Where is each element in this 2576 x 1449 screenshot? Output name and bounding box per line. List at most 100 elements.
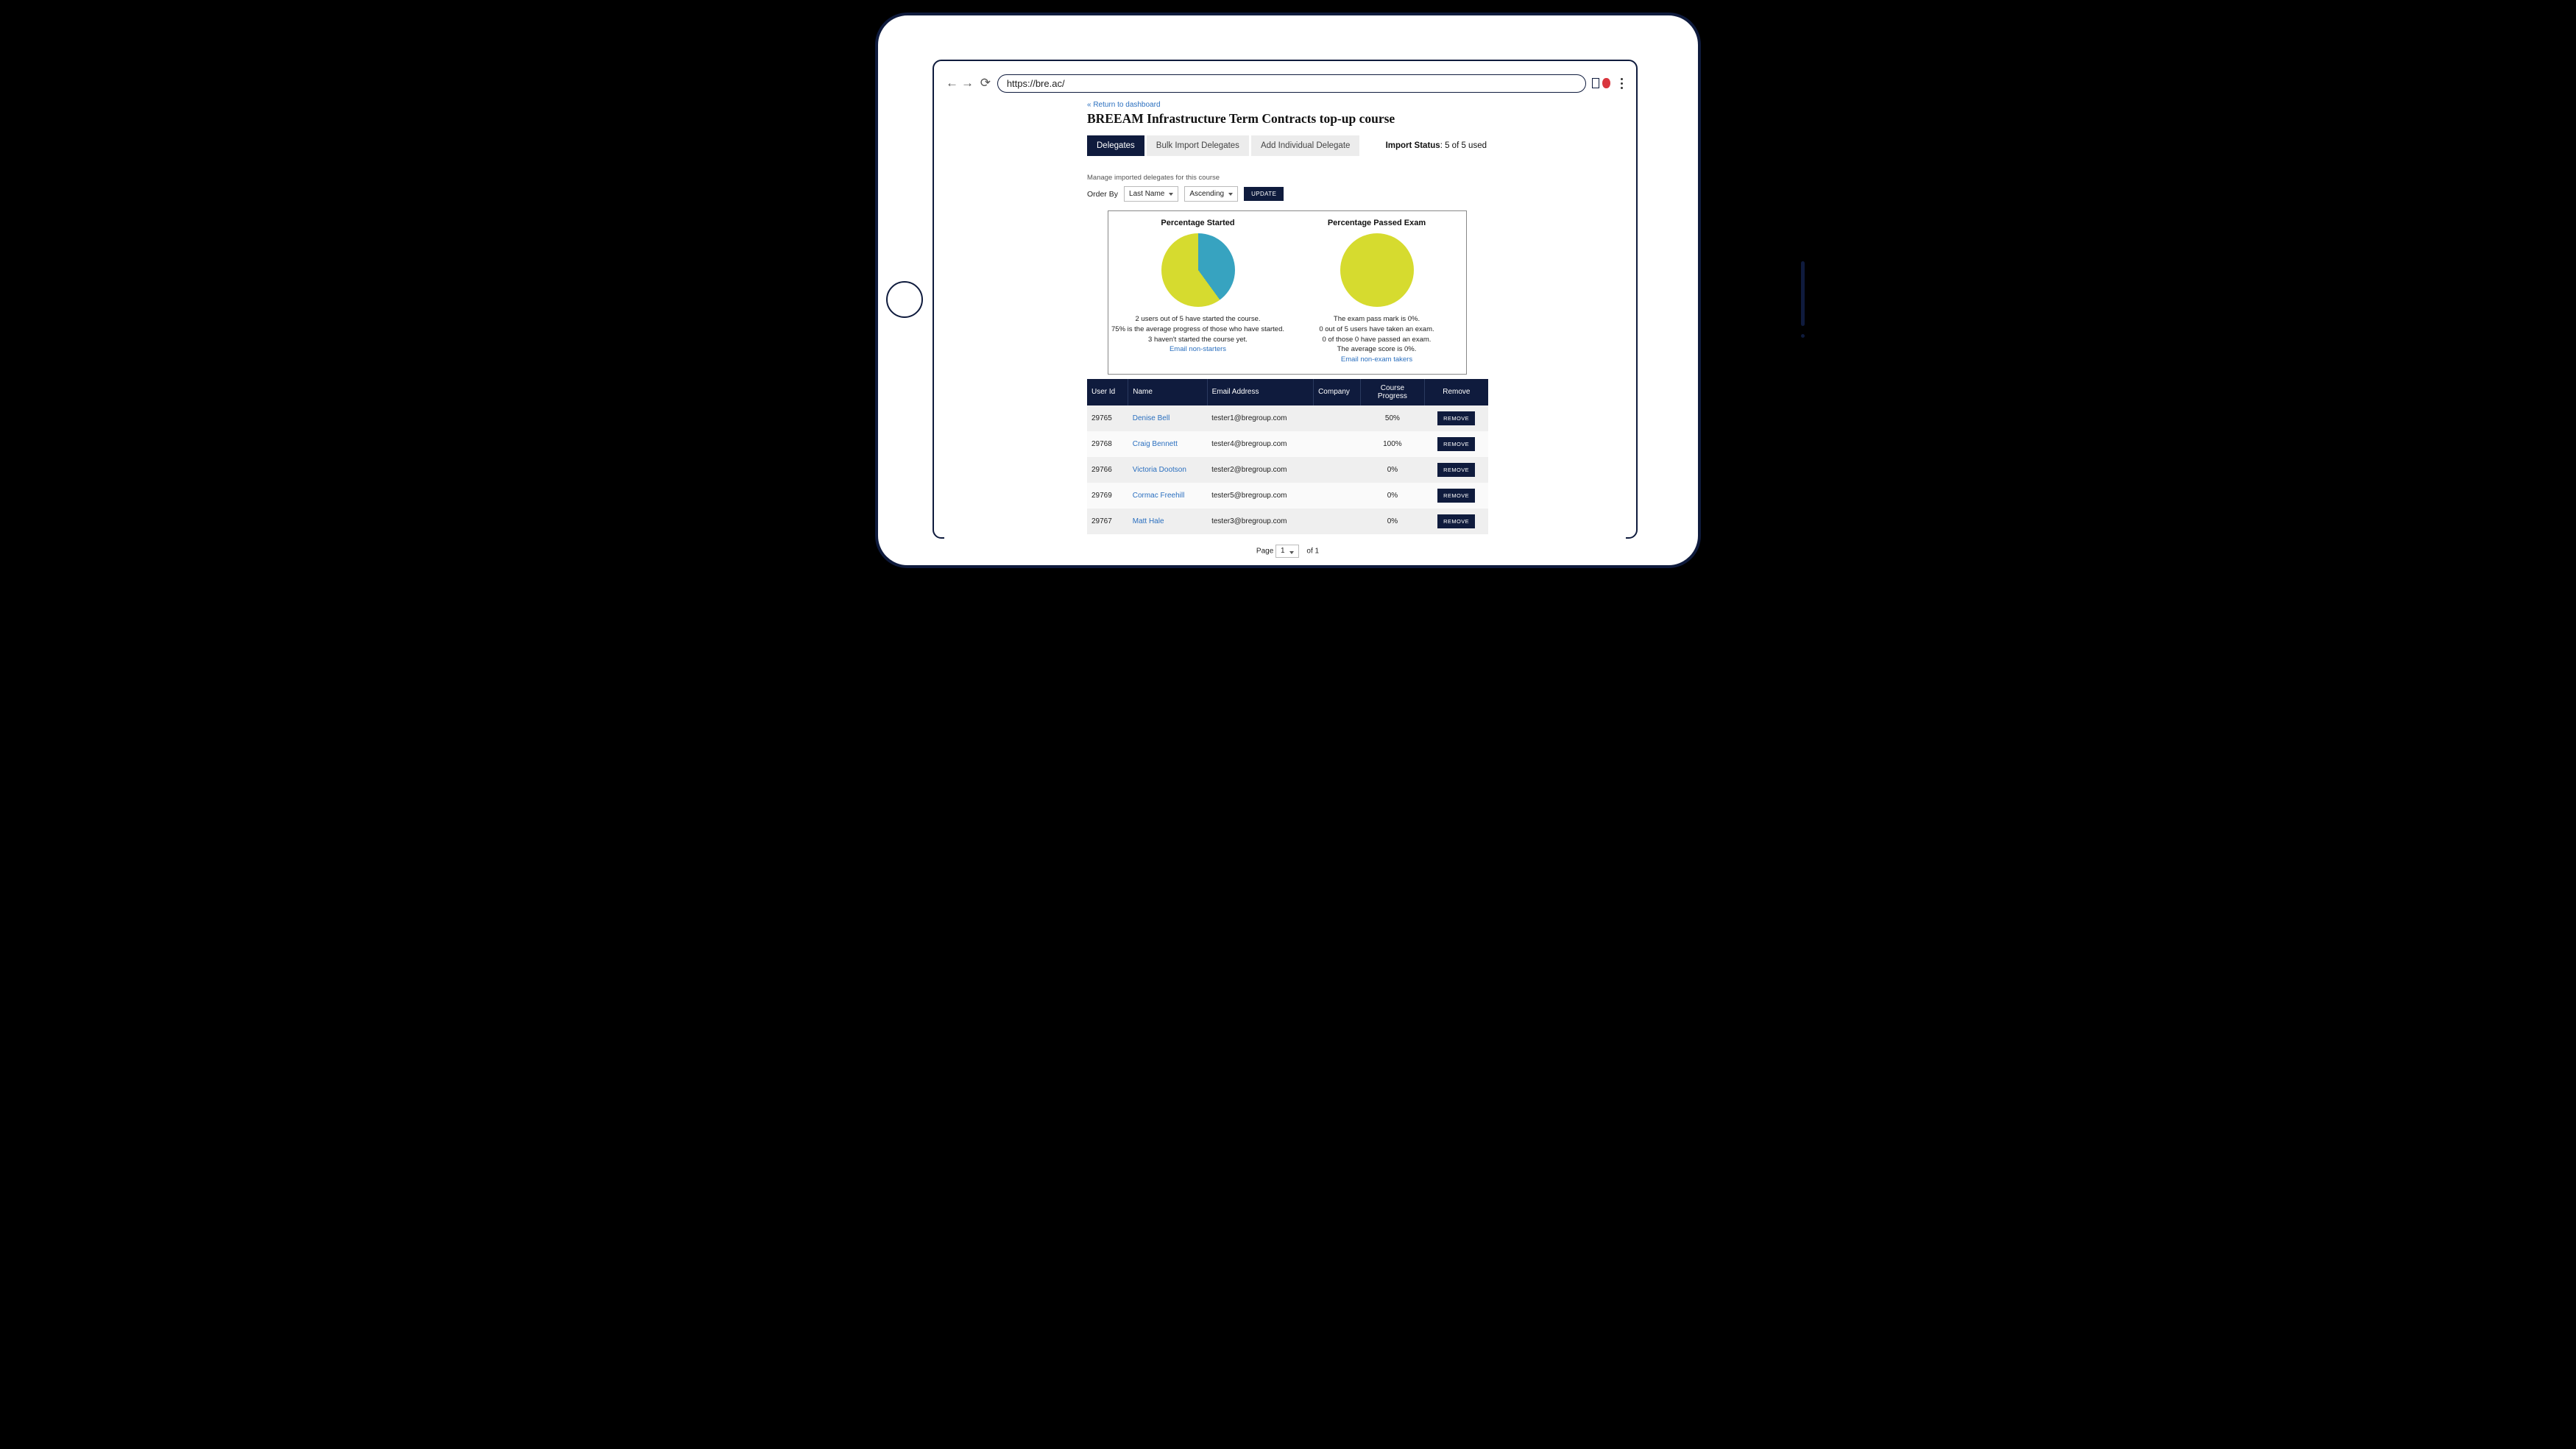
pager-page-label: Page (1256, 547, 1273, 555)
cell-user-id: 29768 (1087, 431, 1128, 457)
url-input[interactable]: https://bre.ac/ (997, 74, 1586, 93)
cell-company (1314, 483, 1361, 509)
pager: Page 1 of 1 (1087, 545, 1488, 558)
chart-caption: The average score is 0%. (1287, 344, 1466, 355)
order-by-label: Order By (1087, 190, 1118, 199)
delegate-name-link[interactable]: Cormac Freehill (1133, 492, 1185, 500)
charts-panel: Percentage Started 2 users out of 5 have… (1108, 210, 1467, 375)
cell-email: tester3@bregroup.com (1207, 509, 1314, 534)
chart-passed-title: Percentage Passed Exam (1287, 219, 1466, 227)
th-user-id: User Id (1087, 379, 1128, 405)
email-non-starters-link[interactable]: Email non-starters (1170, 345, 1226, 353)
remove-button[interactable]: REMOVE (1437, 489, 1475, 503)
chart-passed: Percentage Passed Exam The exam pass mar… (1287, 219, 1466, 365)
remove-button[interactable]: REMOVE (1437, 463, 1475, 477)
import-status-label: Import Status (1386, 141, 1440, 150)
tab-delegates[interactable]: Delegates (1087, 135, 1144, 156)
chart-started-title: Percentage Started (1108, 219, 1287, 227)
tablet-side-dot (1801, 334, 1805, 338)
tablet-home-button[interactable] (886, 281, 923, 318)
email-non-exam-takers-link[interactable]: Email non-exam takers (1341, 355, 1412, 364)
sort-field-select[interactable]: Last Name (1124, 186, 1178, 202)
chart-caption: 75% is the average progress of those who… (1108, 325, 1287, 335)
import-status: Import Status: 5 of 5 used (1386, 141, 1488, 150)
cell-company (1314, 405, 1361, 431)
cell-user-id: 29767 (1087, 509, 1128, 534)
cell-user-id: 29769 (1087, 483, 1128, 509)
th-name: Name (1128, 379, 1207, 405)
cell-email: tester5@bregroup.com (1207, 483, 1314, 509)
cell-remove: REMOVE (1424, 457, 1488, 483)
forward-button[interactable]: → (961, 75, 974, 91)
chart-started: Percentage Started 2 users out of 5 have… (1108, 219, 1287, 365)
cell-name: Denise Bell (1128, 405, 1207, 431)
tablet-side-indicator (1801, 261, 1805, 326)
cell-email: tester2@bregroup.com (1207, 457, 1314, 483)
cell-progress: 0% (1361, 457, 1425, 483)
chart-caption: 0 out of 5 users have taken an exam. (1287, 325, 1466, 335)
update-button[interactable]: UPDATE (1244, 187, 1284, 201)
chart-caption: The exam pass mark is 0%. (1287, 314, 1466, 325)
manage-delegates-subhead: Manage imported delegates for this cours… (1087, 174, 1488, 182)
cell-name: Victoria Dootson (1128, 457, 1207, 483)
tab-bar: Delegates Bulk Import Delegates Add Indi… (1087, 135, 1488, 156)
cell-progress: 0% (1361, 509, 1425, 534)
cell-progress: 100% (1361, 431, 1425, 457)
cell-remove: REMOVE (1424, 483, 1488, 509)
chart-started-captions: 2 users out of 5 have started the course… (1108, 314, 1287, 355)
chart-caption: 2 users out of 5 have started the course… (1108, 314, 1287, 325)
cell-user-id: 29765 (1087, 405, 1128, 431)
chart-passed-captions: The exam pass mark is 0%. 0 out of 5 use… (1287, 314, 1466, 365)
delegate-name-link[interactable]: Victoria Dootson (1133, 466, 1186, 474)
tab-add-individual[interactable]: Add Individual Delegate (1251, 135, 1359, 156)
table-row: 29768 Craig Bennett tester4@bregroup.com 10… (1087, 431, 1488, 457)
pie-chart-started (1161, 233, 1235, 307)
page-body: « Return to dashboard BREEAM Infrastruct… (944, 94, 1626, 563)
cell-email: tester1@bregroup.com (1207, 405, 1314, 431)
table-row: 29769 Cormac Freehill tester5@bregroup.com… (1087, 483, 1488, 509)
browser-badge-square-icon[interactable] (1592, 78, 1600, 88)
remove-button[interactable]: REMOVE (1437, 411, 1475, 425)
cell-remove: REMOVE (1424, 405, 1488, 431)
cell-company (1314, 509, 1361, 534)
delegate-name-link[interactable]: Matt Hale (1133, 517, 1164, 525)
chart-caption: 0 of those 0 have passed an exam. (1287, 335, 1466, 345)
th-progress: Course Progress (1361, 379, 1425, 405)
th-company: Company (1314, 379, 1361, 405)
remove-button[interactable]: REMOVE (1437, 514, 1475, 528)
delegate-name-link[interactable]: Craig Bennett (1133, 440, 1178, 448)
cell-company (1314, 457, 1361, 483)
remove-button[interactable]: REMOVE (1437, 437, 1475, 451)
cell-name: Craig Bennett (1128, 431, 1207, 457)
order-by-row: Order By Last Name Ascending UPDATE (1087, 186, 1488, 202)
table-row: 29765Denise Belltester1@bregroup.com50%R… (1087, 405, 1488, 431)
refresh-button[interactable]: ⟳ (980, 75, 991, 91)
delegates-table: User Id Name Email Address Company Cours… (1087, 379, 1488, 534)
browser-toolbar: ← → ⟳ https://bre.ac/ (944, 70, 1626, 96)
back-button[interactable]: ← (946, 75, 958, 91)
delegate-name-link[interactable]: Denise Bell (1133, 414, 1170, 422)
cell-email: tester4@bregroup.com (1207, 431, 1314, 457)
cell-progress: 0% (1361, 483, 1425, 509)
cell-name: Cormac Freehill (1128, 483, 1207, 509)
tab-bulk-import[interactable]: Bulk Import Delegates (1147, 135, 1249, 156)
pager-total: 1 (1315, 547, 1320, 555)
cell-company (1314, 431, 1361, 457)
pie-chart-passed (1340, 233, 1414, 307)
table-row: 29767 Matt Hale tester3@bregroup.com 0% REMO… (1087, 509, 1488, 534)
cell-remove: REMOVE (1424, 509, 1488, 534)
pager-of-label: of (1306, 547, 1312, 555)
browser-record-icon[interactable] (1602, 78, 1610, 88)
cell-remove: REMOVE (1424, 431, 1488, 457)
cell-user-id: 29766 (1087, 457, 1128, 483)
browser-menu-button[interactable] (1618, 75, 1627, 91)
th-email: Email Address (1207, 379, 1314, 405)
import-status-value: : 5 of 5 used (1440, 141, 1487, 150)
return-to-dashboard-link[interactable]: « Return to dashboard (1087, 101, 1161, 109)
sort-direction-select[interactable]: Ascending (1184, 186, 1238, 202)
table-row: 29766 Victoria Dootson tester2@bregroup.co… (1087, 457, 1488, 483)
page-title: BREEAM Infrastructure Term Contracts top… (1087, 111, 1488, 127)
pager-page-select[interactable]: 1 (1275, 545, 1299, 558)
th-remove: Remove (1424, 379, 1488, 405)
cell-name: Matt Hale (1128, 509, 1207, 534)
